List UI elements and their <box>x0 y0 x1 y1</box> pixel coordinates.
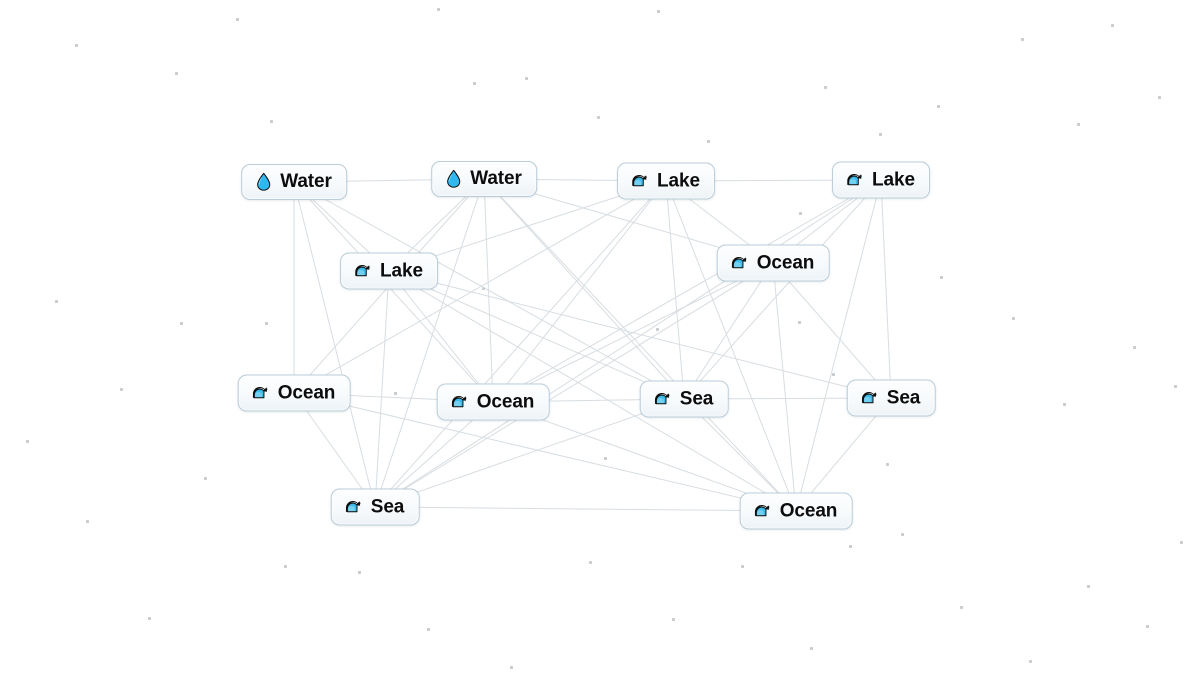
element-node-label: Lake <box>380 260 423 281</box>
ocean-wave-emoji <box>251 383 271 403</box>
element-node-label: Sea <box>886 387 921 408</box>
element-node-lake[interactable]: Lake <box>340 252 438 290</box>
ocean-wave-emoji <box>653 389 673 409</box>
element-node-label: Ocean <box>779 500 838 521</box>
element-node-ocean[interactable]: Ocean <box>716 244 830 282</box>
ocean-wave-emoji <box>450 392 470 412</box>
ocean-wave-emoji <box>753 501 773 521</box>
element-node-ocean[interactable]: Ocean <box>436 383 550 421</box>
ocean-wave-emoji <box>344 497 364 517</box>
ocean-wave-emoji <box>845 170 865 190</box>
element-node-sea[interactable]: Sea <box>330 488 420 526</box>
element-node-sea[interactable]: Sea <box>639 380 729 418</box>
element-node-ocean[interactable]: Ocean <box>237 374 351 412</box>
ocean-wave-emoji <box>630 171 650 191</box>
element-node-label: Lake <box>657 170 700 191</box>
element-node-label: Water <box>470 168 522 189</box>
element-node-sea[interactable]: Sea <box>846 379 936 417</box>
node-layer: Water Water Lake Lake Lake Ocean Ocean Ocean Sea… <box>0 0 1200 675</box>
element-node-lake[interactable]: Lake <box>617 162 715 200</box>
element-node-label: Ocean <box>277 382 336 403</box>
element-node-label: Water <box>280 171 332 192</box>
ocean-wave-emoji <box>860 388 880 408</box>
element-node-label: Ocean <box>756 252 815 273</box>
water-drop-emoji <box>254 172 273 191</box>
element-node-lake[interactable]: Lake <box>832 161 930 199</box>
element-node-label: Lake <box>872 169 915 190</box>
graph-canvas[interactable]: Water Water Lake Lake Lake Ocean Ocean Ocean Sea… <box>0 0 1200 675</box>
element-node-water[interactable]: Water <box>241 164 347 200</box>
ocean-wave-emoji <box>730 253 750 273</box>
element-node-label: Ocean <box>476 391 535 412</box>
element-node-label: Sea <box>679 388 714 409</box>
ocean-wave-emoji <box>353 261 373 281</box>
element-node-label: Sea <box>370 496 405 517</box>
water-drop-emoji <box>444 169 463 188</box>
element-node-water[interactable]: Water <box>431 161 537 197</box>
element-node-ocean[interactable]: Ocean <box>739 492 853 530</box>
